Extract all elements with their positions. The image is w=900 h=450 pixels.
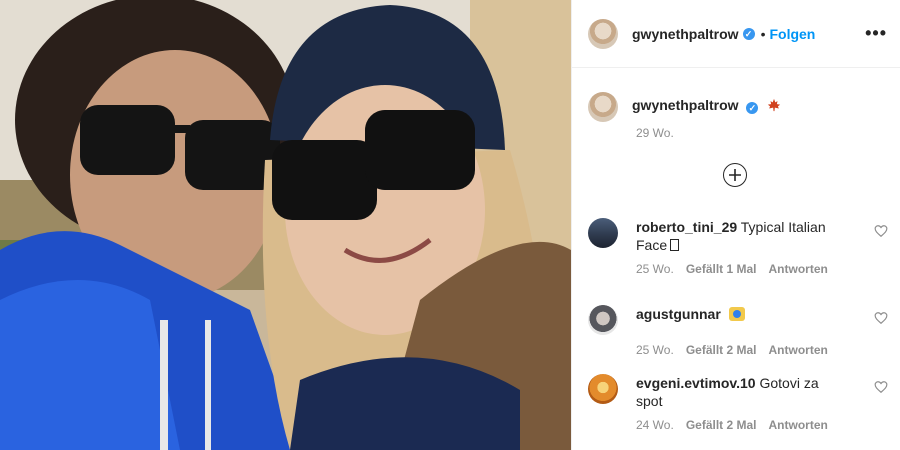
post-header: gwynethpaltrow ✓ • Folgen ••• xyxy=(572,0,900,68)
comment-item: evgeni.evtimov.10 Gotovi za spot 24 Wo. … xyxy=(588,374,888,432)
follow-button[interactable]: Folgen xyxy=(769,26,815,42)
comment-likes[interactable]: Gefällt 1 Mal xyxy=(686,262,757,276)
separator-dot: • xyxy=(760,25,766,42)
commenter-avatar[interactable] xyxy=(588,374,618,404)
author-username[interactable]: gwynethpaltrow xyxy=(632,26,739,42)
post-photo-illustration xyxy=(0,0,571,450)
load-more-comments-button[interactable] xyxy=(723,163,747,187)
post-photo[interactable] xyxy=(0,0,571,450)
caption-time[interactable]: 29 Wo. xyxy=(636,126,888,140)
verified-badge-icon: ✓ xyxy=(742,27,755,40)
comment-item: roberto_tini_29 Typical Italian Face 25 … xyxy=(588,218,888,276)
comment-item: agustgunnar 25 Wo. Gefällt 2 Mal Antwort… xyxy=(588,305,888,357)
commenter-username[interactable]: agustgunnar xyxy=(636,306,721,322)
comment-meta: 24 Wo. Gefällt 2 Mal Antworten xyxy=(636,418,888,432)
comment-time[interactable]: 24 Wo. xyxy=(636,418,674,432)
post-caption: gwynethpaltrow ✓ 29 Wo. xyxy=(588,92,888,140)
author-avatar[interactable] xyxy=(588,18,618,49)
comment-time[interactable]: 25 Wo. xyxy=(636,343,674,357)
more-options-icon[interactable]: ••• xyxy=(865,24,887,42)
caption-username[interactable]: gwynethpaltrow xyxy=(632,97,739,113)
comment-likes[interactable]: Gefällt 2 Mal xyxy=(686,343,757,357)
caption-avatar[interactable] xyxy=(588,92,618,122)
commenter-username[interactable]: evgeni.evtimov.10 xyxy=(636,375,756,391)
maple-leaf-icon xyxy=(768,98,781,112)
comment-meta: 25 Wo. Gefällt 2 Mal Antworten xyxy=(636,343,888,357)
heart-icon[interactable] xyxy=(874,224,888,238)
reply-button[interactable]: Antworten xyxy=(769,262,828,276)
commenter-avatar[interactable] xyxy=(588,305,618,335)
heart-icon[interactable] xyxy=(874,311,888,325)
reply-button[interactable]: Antworten xyxy=(769,343,828,357)
post-sidebar: gwynethpaltrow ✓ • Folgen ••• gwynethpal… xyxy=(571,0,900,450)
reply-button[interactable]: Antworten xyxy=(769,418,828,432)
plus-circle-icon xyxy=(729,169,741,181)
comment-meta: 25 Wo. Gefällt 1 Mal Antworten xyxy=(636,262,888,276)
verified-badge-icon: ✓ xyxy=(746,102,759,114)
heart-icon[interactable] xyxy=(874,380,888,394)
emoji-icon xyxy=(728,307,745,321)
comment-likes[interactable]: Gefällt 2 Mal xyxy=(686,418,757,432)
author-name-row: gwynethpaltrow ✓ • Folgen xyxy=(632,26,815,42)
comment-time[interactable]: 25 Wo. xyxy=(636,262,674,276)
commenter-username[interactable]: roberto_tini_29 xyxy=(636,219,737,235)
unknown-glyph-icon xyxy=(670,239,680,251)
commenter-avatar[interactable] xyxy=(588,218,618,248)
